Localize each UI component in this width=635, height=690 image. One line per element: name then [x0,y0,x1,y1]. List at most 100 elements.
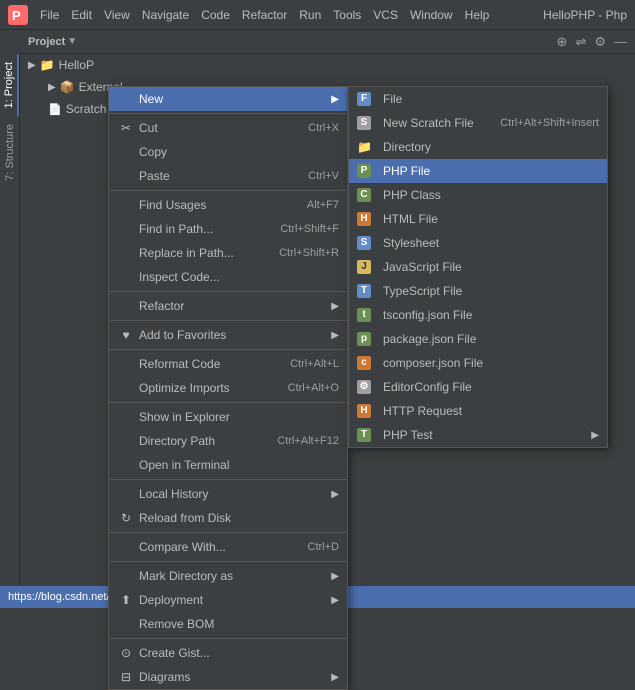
tree-arrow-external: ▶ [48,82,56,93]
submenu-scratch-file[interactable]: S New Scratch File Ctrl+Alt+Shift+Insert [349,111,607,135]
menu-refactor[interactable]: Refactor [236,6,293,24]
deployment-icon: ⬆ [117,593,135,607]
ts-icon: T [357,284,377,298]
ctx-show-explorer[interactable]: Show in Explorer [109,405,347,429]
ctx-reformat-shortcut: Ctrl+Alt+L [290,358,339,370]
favorites-icon: ♥ [117,328,135,342]
submenu-js[interactable]: J JavaScript File [349,255,607,279]
ctx-copy[interactable]: Copy [109,140,347,164]
ctx-compare-shortcut: Ctrl+D [308,541,339,553]
submenu-tsconfig[interactable]: t tsconfig.json File [349,303,607,327]
submenu-php-class[interactable]: C PHP Class [349,183,607,207]
submenu-php-test[interactable]: T PHP Test ▶ [349,423,607,447]
panel-minimize-icon[interactable]: — [614,34,627,50]
menu-file[interactable]: File [34,6,65,24]
ctx-sep6 [109,402,347,403]
submenu-html[interactable]: H HTML File [349,207,607,231]
submenu-php-file[interactable]: P PHP File [349,159,607,183]
submenu-http[interactable]: H HTTP Request [349,399,607,423]
ctx-local-history[interactable]: Local History ▶ [109,482,347,506]
ctx-inspect-code[interactable]: Inspect Code... [109,265,347,289]
ctx-sep7 [109,479,347,480]
ctx-new-arrow: ▶ [331,94,339,105]
ctx-refactor-label: Refactor [139,299,184,313]
title-bar: P File Edit View Navigate Code Refactor … [0,0,635,30]
ctx-diagrams[interactable]: ⊟ Diagrams ▶ [109,665,347,689]
submenu-composer[interactable]: c composer.json File [349,351,607,375]
ctx-sep8 [109,532,347,533]
panel-equalize-icon[interactable]: ⇌ [575,34,586,50]
panel-title: Project [28,36,65,48]
ctx-gist[interactable]: ⊙ Create Gist... [109,641,347,665]
submenu-packagejson-label: package.json File [383,332,476,346]
package-json-icon: p [357,332,377,346]
ctx-cut[interactable]: ✂ Cut Ctrl+X [109,116,347,140]
ctx-history-label: Local History [139,487,208,501]
ctx-open-terminal[interactable]: Open in Terminal [109,453,347,477]
ctx-remove-bom[interactable]: Remove BOM [109,612,347,636]
app-logo: P [8,5,28,25]
ctx-find-in-path[interactable]: Find in Path... Ctrl+Shift+F [109,217,347,241]
ctx-optimize[interactable]: Optimize Imports Ctrl+Alt+O [109,376,347,400]
ctx-new[interactable]: New ▶ [109,87,347,111]
tree-label-scratch: Scratch [66,102,107,116]
ctx-favorites-arrow: ▶ [331,330,339,341]
ctx-reload-label: Reload from Disk [139,511,231,525]
side-tabs: 1: Project 7: Structure [0,54,20,608]
ctx-reformat-label: Reformat Code [139,357,220,371]
side-tab-project[interactable]: 1: Project [1,54,19,116]
ctx-dir-path-shortcut: Ctrl+Alt+F12 [277,435,339,447]
ctx-sep2 [109,190,347,191]
menu-edit[interactable]: Edit [65,6,98,24]
ctx-replace-in-path[interactable]: Replace in Path... Ctrl+Shift+R [109,241,347,265]
submenu-composer-label: composer.json File [383,356,483,370]
tsconfig-icon: t [357,308,377,322]
menu-navigate[interactable]: Navigate [136,6,195,24]
ctx-refactor[interactable]: Refactor ▶ [109,294,347,318]
ctx-add-favorites[interactable]: ♥ Add to Favorites ▶ [109,323,347,347]
ctx-mark-dir[interactable]: Mark Directory as ▶ [109,564,347,588]
submenu-directory[interactable]: 📁 Directory [349,135,607,159]
panel-dropdown-icon[interactable]: ▼ [67,36,77,47]
ctx-reformat[interactable]: Reformat Code Ctrl+Alt+L [109,352,347,376]
menu-view[interactable]: View [98,6,136,24]
ctx-optimize-label: Optimize Imports [139,381,230,395]
tree-item-hellophp[interactable]: ▶ 📁 HelloP [20,54,635,76]
submenu-phptest-label: PHP Test [383,428,433,442]
ctx-new-label: New [139,92,163,106]
submenu-editorconfig[interactable]: ⚙ EditorConfig File [349,375,607,399]
ctx-reload-disk[interactable]: ↻ Reload from Disk [109,506,347,530]
menu-tools[interactable]: Tools [327,6,367,24]
ctx-optimize-shortcut: Ctrl+Alt+O [288,382,339,394]
menu-window[interactable]: Window [404,6,459,24]
ctx-cut-shortcut: Ctrl+X [308,122,339,134]
menu-run[interactable]: Run [293,6,327,24]
submenu-directory-label: Directory [383,140,431,154]
submenu-package-json[interactable]: p package.json File [349,327,607,351]
ctx-dir-path[interactable]: Directory Path Ctrl+Alt+F12 [109,429,347,453]
menu-help[interactable]: Help [459,6,496,24]
window-title: HelloPHP - Php [543,8,627,22]
file-icon: F [357,92,377,106]
ctx-find-usages[interactable]: Find Usages Alt+F7 [109,193,347,217]
submenu-phptest-arrow: ▶ [591,430,599,441]
submenu-ts[interactable]: T TypeScript File [349,279,607,303]
diagrams-icon: ⊟ [117,670,135,684]
ctx-deployment[interactable]: ⬆ Deployment ▶ [109,588,347,612]
submenu-file[interactable]: F File [349,87,607,111]
ctx-find-usages-label: Find Usages [139,198,206,212]
menu-vcs[interactable]: VCS [367,6,404,24]
ctx-compare[interactable]: Compare With... Ctrl+D [109,535,347,559]
html-icon: H [357,212,377,226]
submenu-js-label: JavaScript File [383,260,462,274]
panel-gear-icon[interactable]: ⊕ [557,34,568,50]
ctx-sep10 [109,638,347,639]
menu-code[interactable]: Code [195,6,236,24]
submenu-stylesheet[interactable]: S Stylesheet [349,231,607,255]
panel-settings-icon[interactable]: ⚙ [594,34,606,50]
php-test-icon: T [357,428,377,442]
side-tab-structure[interactable]: 7: Structure [2,116,18,189]
submenu-stylesheet-label: Stylesheet [383,236,439,250]
ctx-paste[interactable]: Paste Ctrl+V [109,164,347,188]
context-menu: New ▶ ✂ Cut Ctrl+X Copy Paste Ctrl+V Fin… [108,86,348,690]
